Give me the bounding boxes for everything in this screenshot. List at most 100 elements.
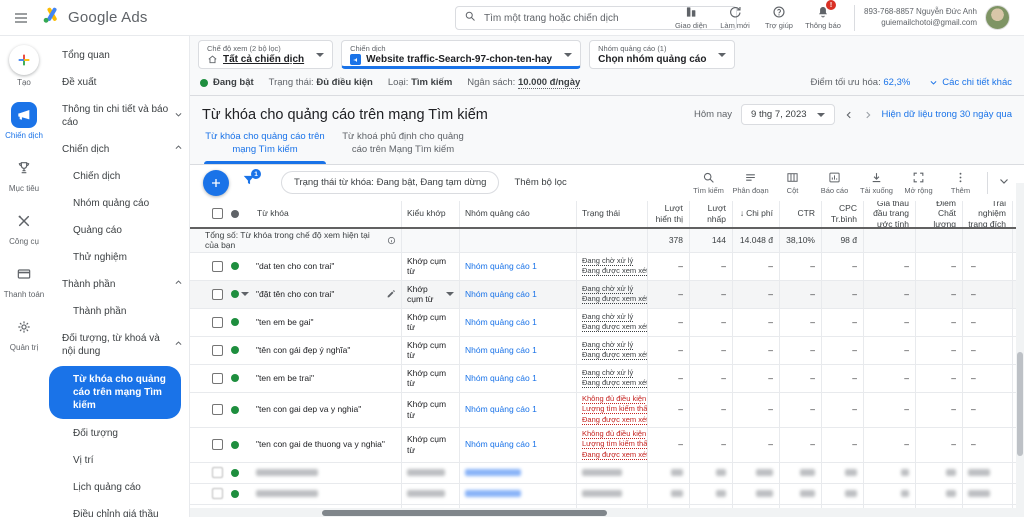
header-col[interactable]: Điểm Chất lượng bbox=[916, 201, 963, 227]
sidebar-item[interactable]: Thử nghiệm bbox=[48, 244, 189, 271]
ad-group-link[interactable]: Nhóm quảng cáo 1 bbox=[465, 404, 537, 415]
more-details-link[interactable]: Các chi tiết khác bbox=[929, 77, 1012, 88]
rail-item-card[interactable]: Thanh toán bbox=[0, 261, 48, 299]
ad-group-link[interactable]: Nhóm quảng cáo 1 bbox=[465, 345, 537, 356]
tool-report[interactable]: Báo cáo bbox=[814, 171, 855, 195]
rail-item-tools[interactable]: Công cụ bbox=[0, 208, 48, 246]
topbar-action-help[interactable]: Trợ giúp bbox=[757, 5, 801, 30]
row-checkbox[interactable] bbox=[212, 373, 223, 384]
campaign-selector[interactable]: Chiến dịch Website traffic-Search-97-cho… bbox=[341, 40, 581, 69]
date-range-selector[interactable]: 9 thg 7, 2023 bbox=[741, 104, 834, 125]
previous-period-button[interactable] bbox=[844, 110, 854, 120]
tool-download[interactable]: Tải xuống bbox=[856, 171, 897, 195]
sidebar-item[interactable]: Thành phần bbox=[48, 298, 189, 325]
menu-icon[interactable] bbox=[0, 10, 42, 26]
sidebar-item[interactable]: Từ khóa cho quảng cáo trên mạng Tìm kiếm bbox=[49, 366, 181, 419]
filter-button[interactable]: 1 bbox=[242, 173, 256, 192]
topbar-action-appearance[interactable]: Giao diện bbox=[669, 5, 713, 30]
rail-item-plus-create[interactable]: Tạo bbox=[0, 45, 48, 87]
sidebar-item[interactable]: Đối tượng, từ khoá và nội dung bbox=[48, 325, 189, 365]
ad-group-link[interactable]: Nhóm quảng cáo 1 bbox=[465, 317, 537, 328]
adgroup-selector[interactable]: Nhóm quảng cáo (1) Chọn nhóm quảng cáo bbox=[589, 40, 735, 69]
tab-search-keywords[interactable]: Từ khóa cho quảng cáo trên mạng Tìm kiếm bbox=[198, 127, 332, 164]
header-col[interactable]: Giá thầu đầu trang ước tính bbox=[864, 201, 916, 227]
topbar-action-bell[interactable]: !Thông báo bbox=[801, 5, 845, 30]
rail-item-megaphone[interactable]: Chiến dịch bbox=[0, 102, 48, 140]
metric-cell: – bbox=[916, 309, 963, 336]
sidebar-item-label: Đối tượng, từ khoá và nội dung bbox=[62, 332, 171, 358]
ad-group-link[interactable]: Nhóm quảng cáo 1 bbox=[465, 289, 537, 300]
ad-group-link[interactable]: Nhóm quảng cáo 1 bbox=[465, 439, 537, 450]
collapse-table-chevron-icon[interactable] bbox=[994, 174, 1014, 192]
sidebar-item[interactable]: Lịch quảng cáo bbox=[48, 474, 189, 501]
tool-columns[interactable]: Cột bbox=[772, 171, 813, 195]
header-col[interactable]: Kiểu khớp bbox=[402, 201, 460, 227]
tool-search[interactable]: Tìm kiếm bbox=[688, 171, 729, 195]
info-icon[interactable] bbox=[387, 236, 396, 245]
sidebar-item[interactable]: Chiến dịch bbox=[48, 136, 189, 163]
view-selector[interactable]: Chế độ xem (2 bộ lọc) Tất cả chiến dịch bbox=[198, 40, 333, 69]
avatar[interactable] bbox=[985, 5, 1010, 30]
sidebar-item[interactable]: Tổng quan bbox=[48, 42, 189, 69]
header-col[interactable]: ↓Chi phí bbox=[733, 201, 780, 227]
vertical-scrollbar-thumb[interactable] bbox=[1017, 352, 1023, 456]
sidebar-item[interactable]: Thành phần bbox=[48, 271, 189, 298]
keyword-cell[interactable]: "ten con gai de thuong va y nghia" bbox=[252, 428, 402, 462]
status-dot-caret-icon[interactable] bbox=[241, 292, 249, 296]
next-period-button[interactable] bbox=[863, 110, 873, 120]
add-filter-button[interactable]: Thêm bộ lọc bbox=[514, 177, 566, 188]
header-keyword[interactable]: Từ khóa bbox=[252, 201, 402, 227]
sidebar-item[interactable]: Vị trí bbox=[48, 447, 189, 474]
show-last-30-days-link[interactable]: Hiện dữ liệu trong 30 ngày qua bbox=[882, 109, 1012, 120]
header-col[interactable]: Lượt nhấp bbox=[690, 201, 733, 227]
row-checkbox[interactable] bbox=[212, 317, 223, 328]
main-content: Chế độ xem (2 bộ lọc) Tất cả chiến dịch … bbox=[190, 36, 1024, 517]
rail-item-gear[interactable]: Quản trị bbox=[0, 314, 48, 352]
metric-cell: – bbox=[648, 337, 690, 364]
sidebar-item[interactable]: Điều chỉnh giá thầu nâng cao bbox=[48, 501, 189, 517]
sidebar-item[interactable]: Quảng cáo bbox=[48, 217, 189, 244]
row-checkbox[interactable] bbox=[212, 467, 223, 478]
account-info[interactable]: 893-768-8857 Nguyễn Đức Anhguiemailchoto… bbox=[864, 7, 977, 28]
keyword-cell[interactable]: "ten con gai dep va y nghia" bbox=[252, 393, 402, 427]
add-keyword-button[interactable] bbox=[203, 170, 229, 196]
status-line: Đang chờ xử lý bbox=[582, 312, 633, 323]
sidebar-item[interactable]: Nhóm quảng cáo bbox=[48, 190, 189, 217]
keyword-cell[interactable]: "ten em be gai" bbox=[252, 309, 402, 336]
tool-expand[interactable]: Mở rộng bbox=[898, 171, 939, 195]
row-checkbox[interactable] bbox=[212, 345, 223, 356]
sidebar-item[interactable]: Đối tượng bbox=[48, 420, 189, 447]
match-type-cell[interactable]: Khớp cụm từ bbox=[402, 281, 460, 308]
tool-more[interactable]: Thêm bbox=[940, 171, 981, 195]
tab-negative-keywords[interactable]: Từ khoá phủ định cho quảng cáo trên Mạng… bbox=[336, 127, 470, 164]
header-col[interactable]: Nhóm quảng cáo bbox=[460, 201, 577, 227]
keyword-cell[interactable]: "dat ten cho con trai" bbox=[252, 253, 402, 280]
sidebar-item[interactable]: Đề xuất bbox=[48, 69, 189, 96]
row-checkbox[interactable] bbox=[212, 261, 223, 272]
sidebar-item[interactable]: Chiến dịch bbox=[48, 163, 189, 190]
tool-segment[interactable]: Phân đoạn bbox=[730, 171, 771, 195]
row-checkbox[interactable] bbox=[212, 439, 223, 450]
edit-keyword-icon[interactable] bbox=[386, 289, 396, 299]
row-checkbox[interactable] bbox=[212, 289, 223, 300]
topbar-action-refresh[interactable]: Làm mới bbox=[713, 5, 757, 30]
select-all-checkbox[interactable] bbox=[212, 208, 223, 219]
keyword-cell[interactable]: "đặt tên cho con trai" bbox=[252, 281, 402, 308]
keyword-status-filter-chip[interactable]: Trạng thái từ khóa: Đang bật, Đang tạm d… bbox=[281, 171, 499, 194]
row-checkbox[interactable] bbox=[212, 488, 223, 499]
keyword-cell[interactable]: "tên con gái đẹp ý nghĩa" bbox=[252, 337, 402, 364]
ad-group-link[interactable]: Nhóm quảng cáo 1 bbox=[465, 261, 537, 272]
row-checkbox[interactable] bbox=[212, 404, 223, 415]
rail-item-trophy[interactable]: Mục tiêu bbox=[0, 155, 48, 193]
header-col[interactable]: Trạng thái bbox=[577, 201, 648, 227]
redacted-bar bbox=[256, 490, 318, 497]
header-col[interactable]: CTR bbox=[780, 201, 822, 227]
ad-group-link[interactable]: Nhóm quảng cáo 1 bbox=[465, 373, 537, 384]
header-col[interactable]: Trải nghiệm trang đích bbox=[963, 201, 1013, 227]
header-col[interactable]: CPC Tr.bình bbox=[822, 201, 864, 227]
horizontal-scrollbar-thumb[interactable] bbox=[322, 510, 607, 516]
sidebar-item[interactable]: Thông tin chi tiết và báo cáo bbox=[48, 96, 189, 136]
keyword-cell[interactable]: "ten em be trai" bbox=[252, 365, 402, 392]
google-ads-logo[interactable]: Google Ads bbox=[42, 5, 148, 30]
header-col[interactable]: Lượt hiển thị bbox=[648, 201, 690, 227]
